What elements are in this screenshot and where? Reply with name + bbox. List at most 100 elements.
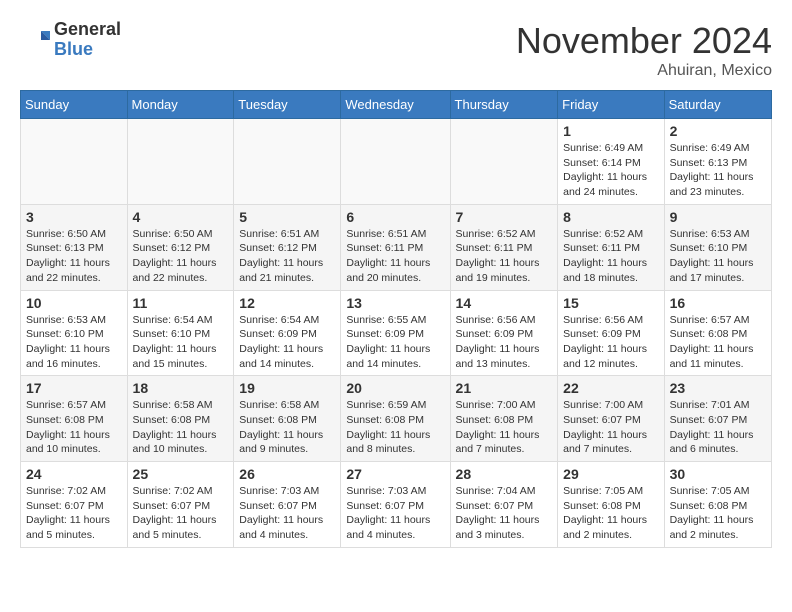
- day-number: 15: [563, 295, 658, 311]
- day-number: 13: [346, 295, 444, 311]
- day-number: 22: [563, 380, 658, 396]
- calendar-cell: [341, 119, 450, 205]
- day-number: 12: [239, 295, 335, 311]
- month-title: November 2024: [516, 20, 772, 62]
- calendar-cell: 23 Sunrise: 7:01 AM Sunset: 6:07 PM Dayli…: [664, 376, 771, 462]
- day-info: Sunrise: 6:58 AM Sunset: 6:08 PM Dayligh…: [133, 398, 229, 457]
- day-number: 5: [239, 209, 335, 225]
- day-number: 10: [26, 295, 122, 311]
- day-info: Sunrise: 7:00 AM Sunset: 6:07 PM Dayligh…: [563, 398, 658, 457]
- day-info: Sunrise: 6:49 AM Sunset: 6:14 PM Dayligh…: [563, 141, 658, 200]
- logo-text: General Blue: [54, 20, 121, 60]
- calendar-cell: 18 Sunrise: 6:58 AM Sunset: 6:08 PM Dayli…: [127, 376, 234, 462]
- day-info: Sunrise: 6:51 AM Sunset: 6:11 PM Dayligh…: [346, 227, 444, 286]
- day-number: 17: [26, 380, 122, 396]
- logo: General Blue: [20, 20, 121, 60]
- calendar-cell: 29Sunrise: 7:05 AM Sunset: 6:08 PM Dayli…: [558, 462, 664, 548]
- calendar-cell: 14 Sunrise: 6:56 AM Sunset: 6:09 PM Dayli…: [450, 290, 558, 376]
- day-info: Sunrise: 6:49 AM Sunset: 6:13 PM Dayligh…: [670, 141, 766, 200]
- location-title: Ahuiran, Mexico: [516, 62, 772, 80]
- calendar-cell: 27Sunrise: 7:03 AM Sunset: 6:07 PM Dayli…: [341, 462, 450, 548]
- calendar-cell: 17Sunrise: 6:57 AM Sunset: 6:08 PM Dayli…: [21, 376, 128, 462]
- day-number: 24: [26, 466, 122, 482]
- calendar-cell: 2 Sunrise: 6:49 AM Sunset: 6:13 PM Daylig…: [664, 119, 771, 205]
- calendar-cell: 21Sunrise: 7:00 AM Sunset: 6:08 PM Dayli…: [450, 376, 558, 462]
- day-info: Sunrise: 6:59 AM Sunset: 6:08 PM Dayligh…: [346, 398, 444, 457]
- weekday-header-thursday: Thursday: [450, 91, 558, 119]
- day-number: 7: [456, 209, 553, 225]
- day-number: 11: [133, 295, 229, 311]
- calendar-cell: 1 Sunrise: 6:49 AM Sunset: 6:14 PM Daylig…: [558, 119, 664, 205]
- weekday-header-wednesday: Wednesday: [341, 91, 450, 119]
- calendar-cell: 4 Sunrise: 6:50 AM Sunset: 6:12 PM Daylig…: [127, 204, 234, 290]
- calendar-cell: 19 Sunrise: 6:58 AM Sunset: 6:08 PM Dayli…: [234, 376, 341, 462]
- day-number: 26: [239, 466, 335, 482]
- day-number: 25: [133, 466, 229, 482]
- logo-general: General: [54, 19, 121, 39]
- day-info: Sunrise: 6:54 AM Sunset: 6:09 PM Dayligh…: [239, 313, 335, 372]
- week-row-1: 1 Sunrise: 6:49 AM Sunset: 6:14 PM Daylig…: [21, 119, 772, 205]
- weekday-header-monday: Monday: [127, 91, 234, 119]
- calendar-cell: 25Sunrise: 7:02 AM Sunset: 6:07 PM Dayli…: [127, 462, 234, 548]
- day-info: Sunrise: 6:56 AM Sunset: 6:09 PM Dayligh…: [563, 313, 658, 372]
- weekday-header-friday: Friday: [558, 91, 664, 119]
- logo-blue: Blue: [54, 39, 93, 59]
- day-info: Sunrise: 7:04 AM Sunset: 6:07 PM Dayligh…: [456, 484, 553, 543]
- calendar-cell: 30Sunrise: 7:05 AM Sunset: 6:08 PM Dayli…: [664, 462, 771, 548]
- day-number: 30: [670, 466, 766, 482]
- weekday-header-row: SundayMondayTuesdayWednesdayThursdayFrid…: [21, 91, 772, 119]
- calendar-cell: 16 Sunrise: 6:57 AM Sunset: 6:08 PM Dayli…: [664, 290, 771, 376]
- day-info: Sunrise: 6:51 AM Sunset: 6:12 PM Dayligh…: [239, 227, 335, 286]
- week-row-5: 24Sunrise: 7:02 AM Sunset: 6:07 PM Dayli…: [21, 462, 772, 548]
- calendar-cell: 12 Sunrise: 6:54 AM Sunset: 6:09 PM Dayli…: [234, 290, 341, 376]
- calendar-table: SundayMondayTuesdayWednesdayThursdayFrid…: [20, 90, 772, 548]
- day-info: Sunrise: 6:52 AM Sunset: 6:11 PM Dayligh…: [563, 227, 658, 286]
- calendar-cell: 26 Sunrise: 7:03 AM Sunset: 6:07 PM Dayli…: [234, 462, 341, 548]
- day-number: 1: [563, 123, 658, 139]
- calendar-cell: 13 Sunrise: 6:55 AM Sunset: 6:09 PM Dayli…: [341, 290, 450, 376]
- day-info: Sunrise: 6:53 AM Sunset: 6:10 PM Dayligh…: [670, 227, 766, 286]
- day-info: Sunrise: 6:54 AM Sunset: 6:10 PM Dayligh…: [133, 313, 229, 372]
- day-info: Sunrise: 6:56 AM Sunset: 6:09 PM Dayligh…: [456, 313, 553, 372]
- day-info: Sunrise: 6:52 AM Sunset: 6:11 PM Dayligh…: [456, 227, 553, 286]
- calendar-cell: 5 Sunrise: 6:51 AM Sunset: 6:12 PM Daylig…: [234, 204, 341, 290]
- calendar-cell: 22 Sunrise: 7:00 AM Sunset: 6:07 PM Dayli…: [558, 376, 664, 462]
- day-info: Sunrise: 6:57 AM Sunset: 6:08 PM Dayligh…: [670, 313, 766, 372]
- day-info: Sunrise: 6:50 AM Sunset: 6:13 PM Dayligh…: [26, 227, 122, 286]
- header: General Blue November 2024 Ahuiran, Mexi…: [20, 20, 772, 80]
- day-number: 19: [239, 380, 335, 396]
- day-number: 4: [133, 209, 229, 225]
- day-number: 28: [456, 466, 553, 482]
- day-info: Sunrise: 7:01 AM Sunset: 6:07 PM Dayligh…: [670, 398, 766, 457]
- day-info: Sunrise: 6:50 AM Sunset: 6:12 PM Dayligh…: [133, 227, 229, 286]
- calendar-cell: 3 Sunrise: 6:50 AM Sunset: 6:13 PM Daylig…: [21, 204, 128, 290]
- day-number: 8: [563, 209, 658, 225]
- day-info: Sunrise: 7:03 AM Sunset: 6:07 PM Dayligh…: [239, 484, 335, 543]
- calendar-cell: 8 Sunrise: 6:52 AM Sunset: 6:11 PM Daylig…: [558, 204, 664, 290]
- weekday-header-tuesday: Tuesday: [234, 91, 341, 119]
- day-info: Sunrise: 6:58 AM Sunset: 6:08 PM Dayligh…: [239, 398, 335, 457]
- weekday-header-sunday: Sunday: [21, 91, 128, 119]
- day-number: 6: [346, 209, 444, 225]
- day-info: Sunrise: 6:55 AM Sunset: 6:09 PM Dayligh…: [346, 313, 444, 372]
- day-info: Sunrise: 7:03 AM Sunset: 6:07 PM Dayligh…: [346, 484, 444, 543]
- day-info: Sunrise: 7:05 AM Sunset: 6:08 PM Dayligh…: [563, 484, 658, 543]
- calendar-cell: 7 Sunrise: 6:52 AM Sunset: 6:11 PM Daylig…: [450, 204, 558, 290]
- week-row-3: 10 Sunrise: 6:53 AM Sunset: 6:10 PM Dayli…: [21, 290, 772, 376]
- week-row-4: 17Sunrise: 6:57 AM Sunset: 6:08 PM Dayli…: [21, 376, 772, 462]
- calendar-cell: 24Sunrise: 7:02 AM Sunset: 6:07 PM Dayli…: [21, 462, 128, 548]
- day-info: Sunrise: 6:53 AM Sunset: 6:10 PM Dayligh…: [26, 313, 122, 372]
- day-number: 9: [670, 209, 766, 225]
- calendar-cell: [21, 119, 128, 205]
- day-number: 2: [670, 123, 766, 139]
- day-number: 21: [456, 380, 553, 396]
- weekday-header-saturday: Saturday: [664, 91, 771, 119]
- title-section: November 2024 Ahuiran, Mexico: [516, 20, 772, 80]
- calendar-cell: [450, 119, 558, 205]
- day-number: 23: [670, 380, 766, 396]
- day-number: 18: [133, 380, 229, 396]
- day-number: 16: [670, 295, 766, 311]
- day-number: 20: [346, 380, 444, 396]
- day-number: 3: [26, 209, 122, 225]
- day-number: 14: [456, 295, 553, 311]
